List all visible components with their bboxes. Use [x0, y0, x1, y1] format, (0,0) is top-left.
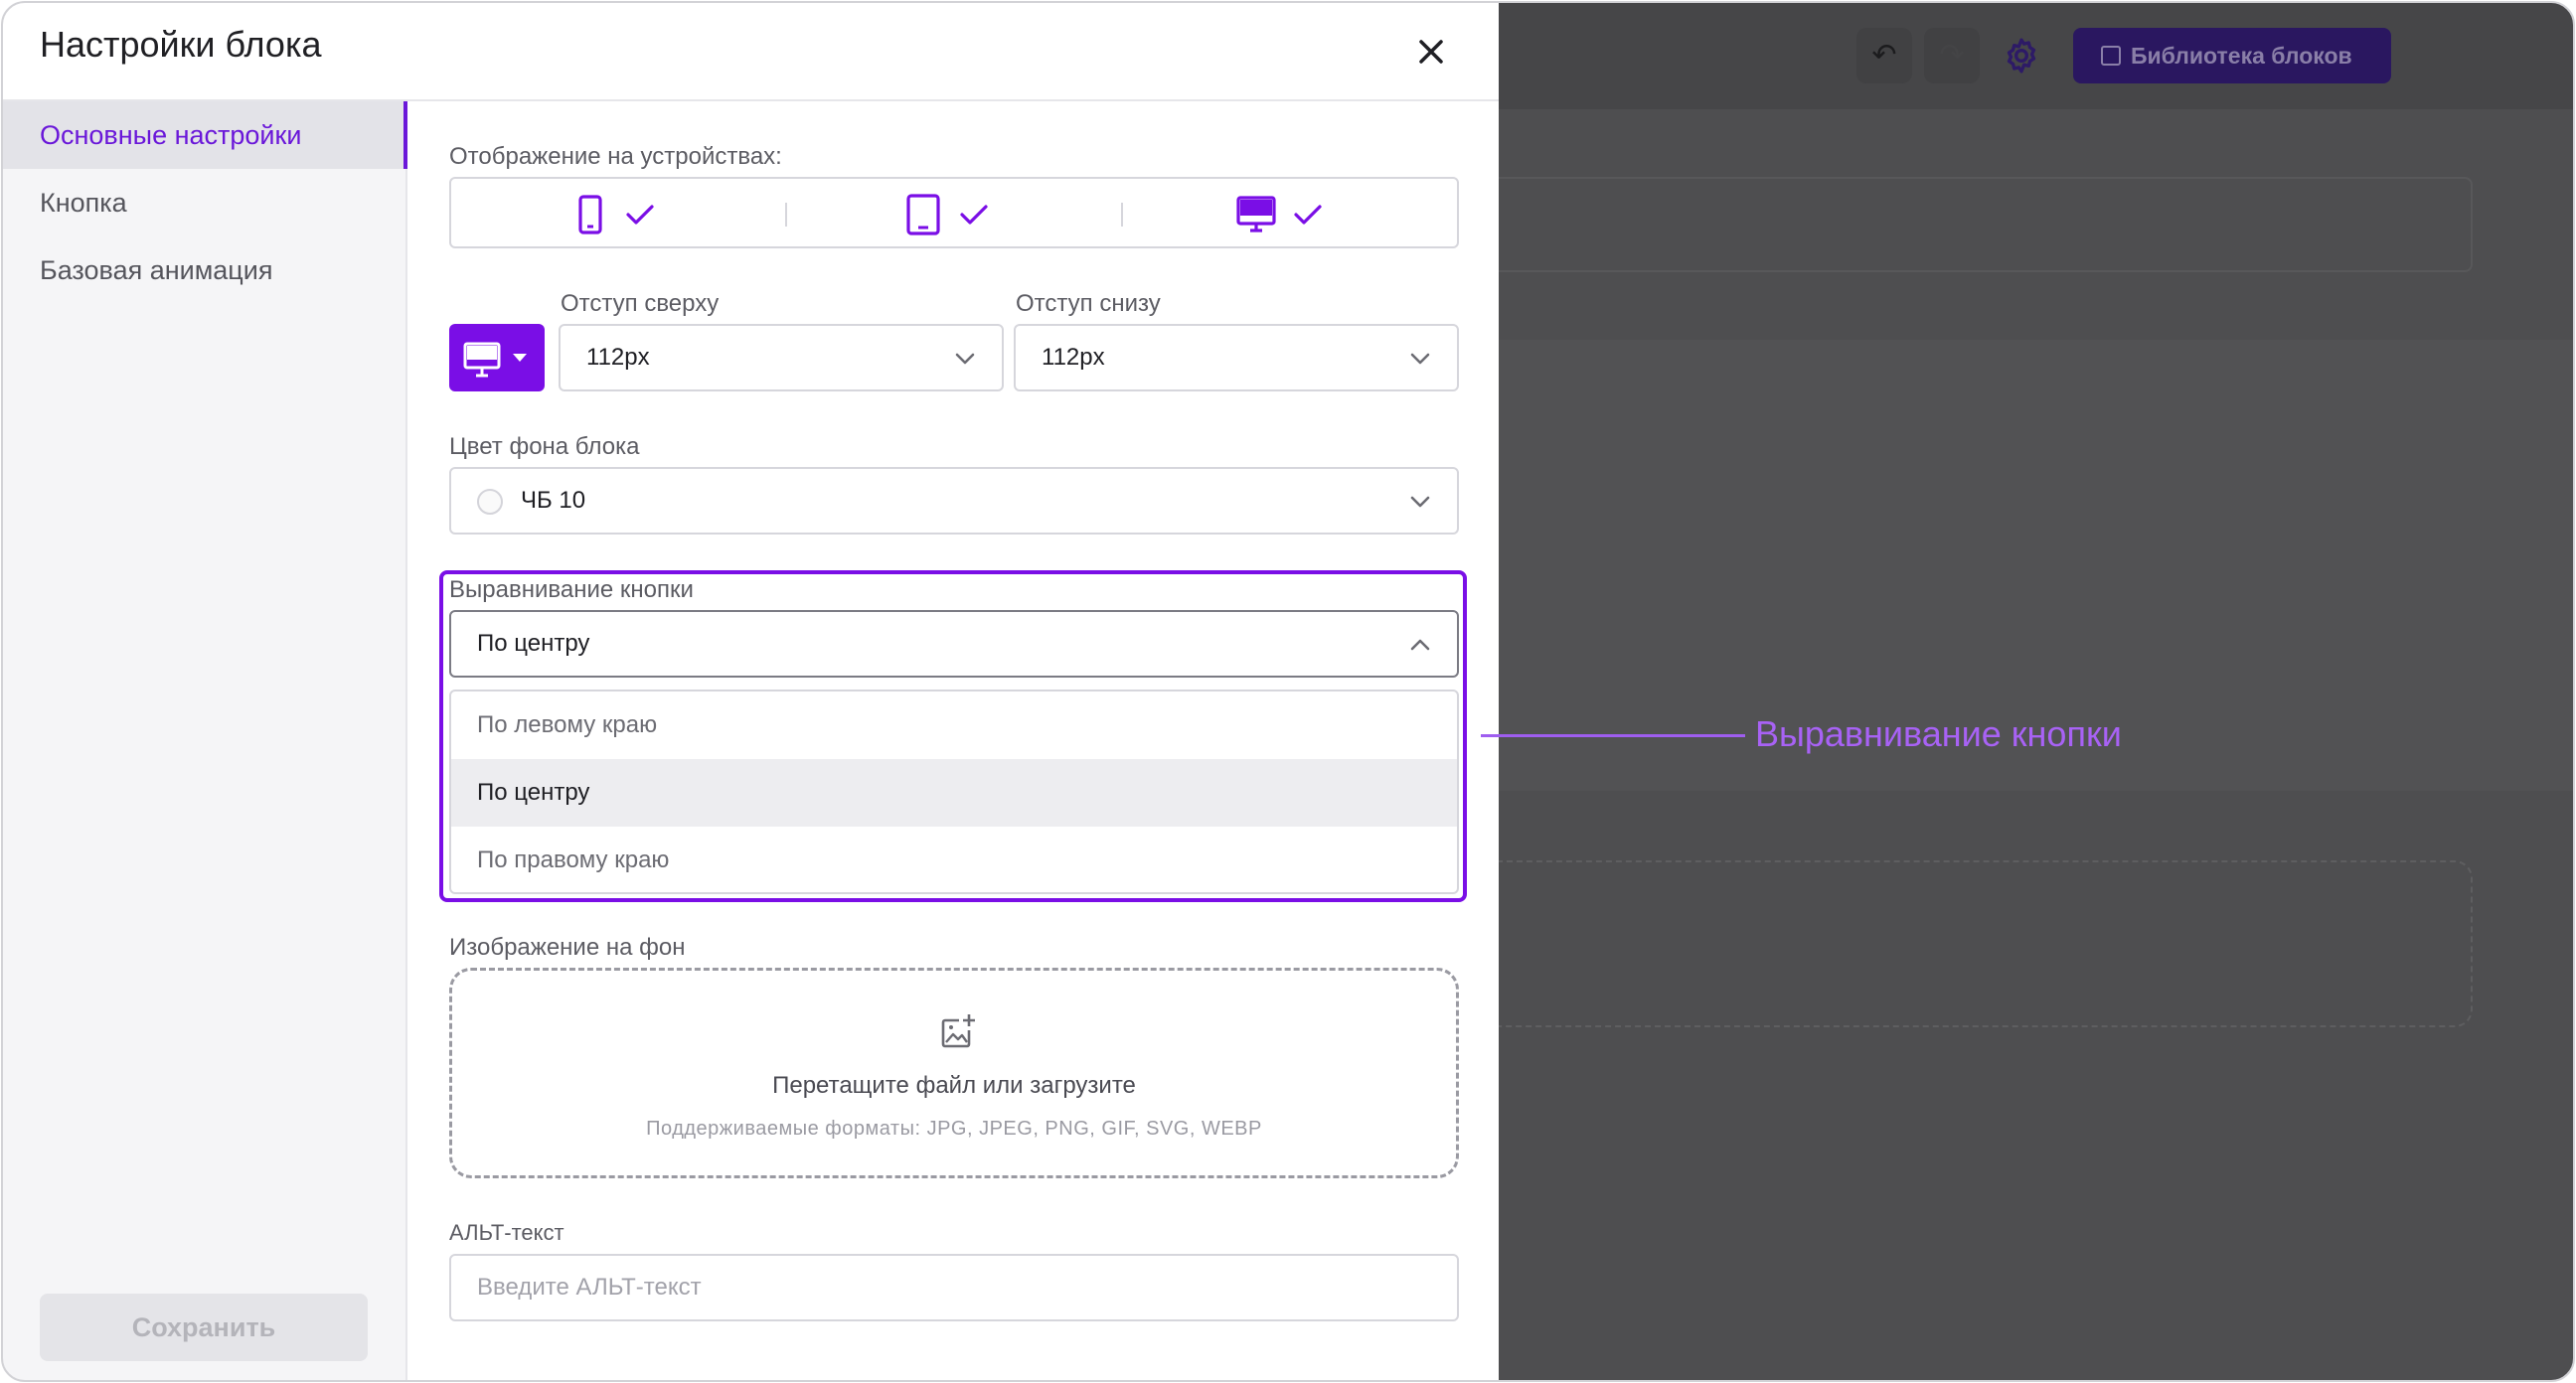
sidebar-item-label: Основные настройки — [40, 120, 302, 150]
device-visibility-group — [449, 177, 1459, 248]
modal-header: Настройки блока — [2, 2, 1499, 101]
background-color-select[interactable]: ЧБ 10 — [449, 467, 1459, 535]
device-toggle-tablet[interactable] — [906, 193, 1002, 236]
alt-text-placeholder: Введите АЛЬТ-текст — [477, 1274, 702, 1301]
block-settings-modal: Настройки блока Основные настройки Кнопк… — [2, 2, 1499, 1381]
tablet-icon — [906, 194, 940, 235]
gear-icon[interactable] — [2002, 36, 2041, 76]
chevron-down-icon — [1410, 496, 1430, 508]
padding-bottom-label: Отступ снизу — [1016, 290, 1161, 317]
desktop-icon — [1236, 196, 1276, 232]
image-icon — [2101, 46, 2121, 66]
screen: ↶ ↷ Библиотека блоков Настройки блока Ос… — [0, 0, 2576, 1383]
modal-title: Настройки блока — [40, 24, 322, 65]
check-icon — [626, 205, 654, 225]
dropzone-formats: Поддерживаемые форматы: JPG, JPEG, PNG, … — [646, 1118, 1262, 1140]
padding-top-label: Отступ сверху — [561, 290, 720, 317]
chevron-down-icon — [955, 353, 975, 365]
alignment-option-left[interactable]: По левому краю — [451, 692, 1457, 759]
padding-bottom-value: 112px — [1042, 344, 1105, 371]
save-button[interactable]: Сохранить — [40, 1294, 368, 1361]
callout-label: Выравнивание кнопки — [1755, 713, 2122, 754]
background-color-value: ЧБ 10 — [521, 487, 586, 514]
block-library-button[interactable]: Библиотека блоков — [2073, 28, 2391, 83]
settings-content: Отображение на устройствах: Отступ сверх… — [407, 101, 1499, 1381]
sidebar-item-label: Базовая анимация — [40, 255, 273, 285]
color-swatch — [477, 489, 503, 515]
alignment-option-right[interactable]: По правому краю — [451, 827, 1457, 892]
sidebar-item-button[interactable]: Кнопка — [2, 169, 407, 236]
editor-toolbar: ↶ ↷ Библиотека блоков — [1499, 2, 2574, 109]
background-color-label: Цвет фона блока — [449, 433, 640, 460]
mobile-icon — [578, 195, 602, 234]
close-icon[interactable] — [1411, 32, 1451, 72]
device-divider — [1121, 203, 1123, 227]
check-icon — [960, 205, 988, 225]
device-breakpoint-dropdown[interactable] — [449, 324, 545, 391]
editor-backdrop[interactable]: ↶ ↷ Библиотека блоков — [1499, 2, 2574, 1381]
devices-label: Отображение на устройствах: — [449, 143, 782, 170]
add-image-icon — [941, 1014, 975, 1048]
chevron-down-icon — [1410, 353, 1430, 365]
padding-bottom-select[interactable]: 112px — [1014, 324, 1459, 391]
check-icon — [1294, 205, 1322, 225]
alignment-option-center[interactable]: По центру — [451, 759, 1457, 827]
sidebar-item-base-animation[interactable]: Базовая анимация — [2, 236, 407, 304]
editor-placeholder-field — [1499, 177, 2473, 272]
sidebar-item-main-settings[interactable]: Основные настройки — [2, 101, 407, 169]
settings-sidebar: Основные настройки Кнопка Базовая анимац… — [2, 101, 407, 1381]
padding-top-select[interactable]: 112px — [559, 324, 1004, 391]
sidebar-item-label: Кнопка — [40, 188, 127, 218]
editor-dropzone — [1499, 860, 2473, 1027]
desktop-icon — [463, 342, 501, 378]
background-image-label: Изображение на фон — [449, 934, 686, 961]
alt-text-input[interactable]: Введите АЛЬТ-текст — [449, 1254, 1459, 1321]
button-alignment-menu: По левому краю По центру По правому краю — [449, 690, 1459, 894]
block-library-label: Библиотека блоков — [2131, 43, 2352, 69]
button-alignment-label: Выравнивание кнопки — [449, 576, 694, 603]
caret-down-icon — [513, 354, 527, 362]
redo-icon[interactable]: ↷ — [1924, 28, 1980, 83]
device-toggle-desktop[interactable] — [1236, 193, 1336, 236]
button-alignment-select[interactable]: По центру — [449, 610, 1459, 678]
padding-top-value: 112px — [586, 344, 650, 371]
undo-icon[interactable]: ↶ — [1856, 28, 1912, 83]
dropzone-text: Перетащите файл или загрузите — [772, 1072, 1136, 1099]
callout-line — [1481, 734, 1745, 737]
device-toggle-mobile[interactable] — [574, 193, 670, 236]
background-image-dropzone[interactable]: Перетащите файл или загрузите Поддержива… — [449, 968, 1459, 1178]
button-alignment-value: По центру — [477, 630, 590, 657]
chevron-up-icon — [1410, 639, 1430, 651]
device-divider — [785, 203, 787, 227]
alt-text-label: АЛЬТ-текст — [449, 1220, 564, 1245]
